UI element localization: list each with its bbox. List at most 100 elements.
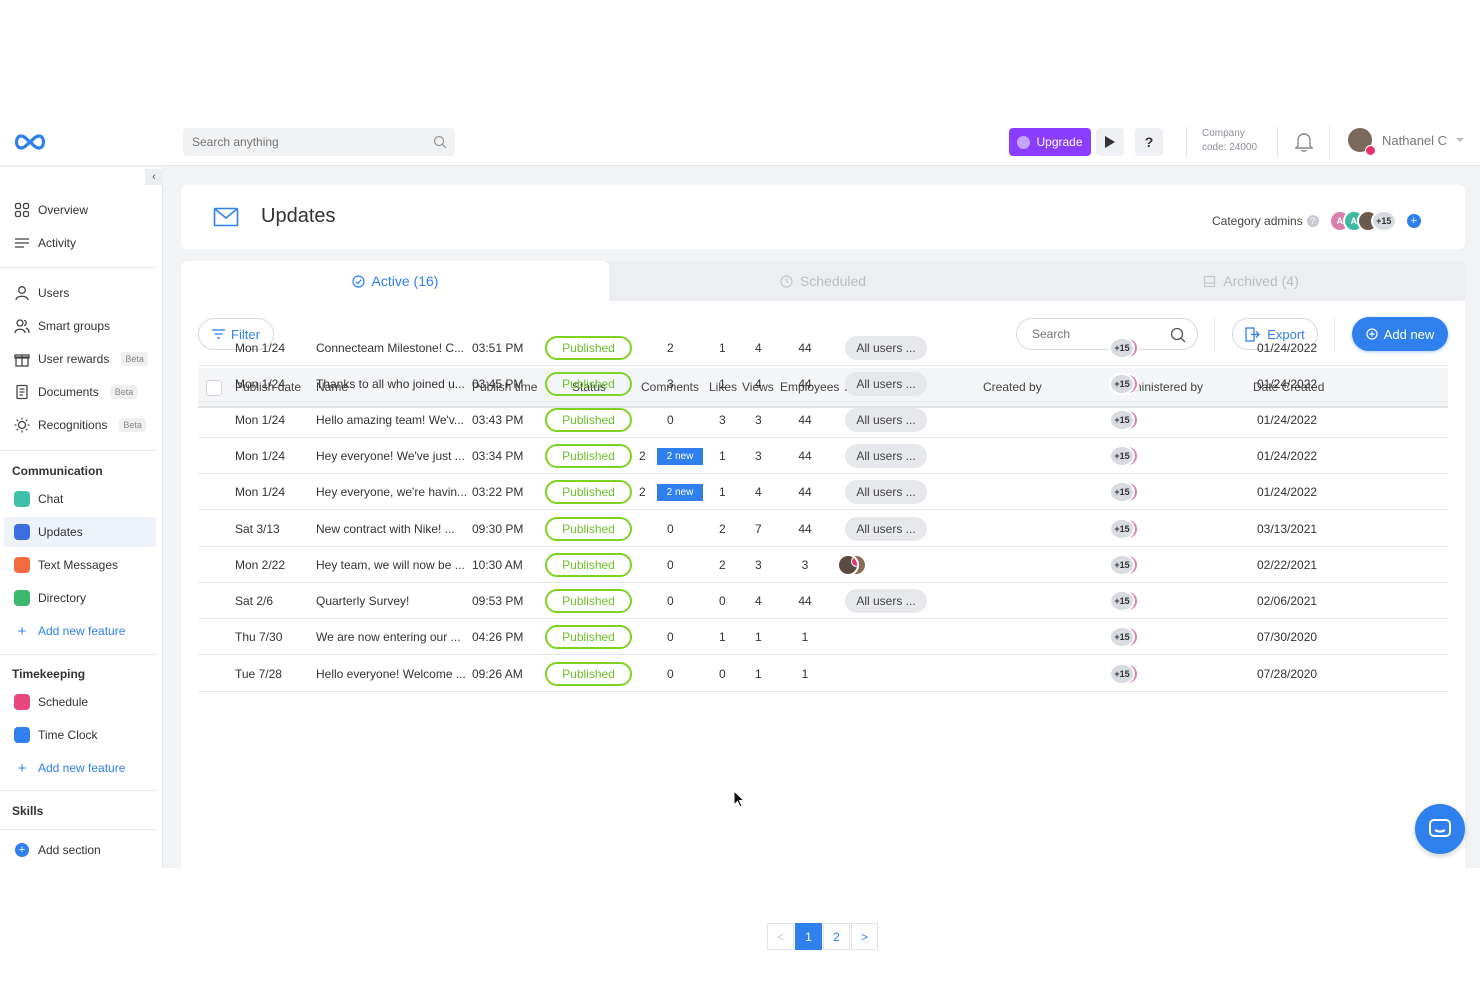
cell-employees: 1	[801, 666, 809, 681]
pagination-page[interactable]: 2	[823, 923, 850, 950]
assigned-to-pill[interactable]: All users ...	[845, 589, 927, 613]
cell-views: 4	[755, 593, 762, 608]
cell-name[interactable]: New contract with Nike! ...	[316, 511, 466, 546]
cell-comments: 0	[667, 412, 674, 427]
pagination-next[interactable]: >	[851, 923, 878, 950]
sidebar-item-label: Directory	[38, 591, 87, 605]
cell-name[interactable]: Quarterly Survey!	[316, 583, 466, 618]
cell-name[interactable]: Hello amazing team! We'v...	[316, 402, 466, 437]
tab-label: Archived (4)	[1223, 273, 1299, 289]
divider	[1277, 126, 1278, 158]
cell-name[interactable]: Thanks to all who joined u...	[316, 366, 466, 401]
sidebar-item-recognitions[interactable]: Recognitions Beta	[4, 410, 156, 440]
cell-employees: 44	[798, 484, 812, 499]
assigned-to-pill[interactable]: All users ...	[845, 336, 927, 360]
schedule-icon	[14, 694, 30, 710]
table-row[interactable]: Mon 1/24 Thanks to all who joined u... 03:…	[198, 366, 1448, 402]
divider	[0, 267, 157, 268]
global-search[interactable]	[183, 128, 455, 156]
cell-comments: 0	[667, 557, 674, 572]
sidebar-item-time-clock[interactable]: Time Clock	[4, 720, 156, 750]
tab-label: Scheduled	[799, 273, 867, 289]
add-feature-label: Add new feature	[38, 624, 126, 638]
assigned-to-pill[interactable]: All users ...	[845, 480, 927, 504]
cell-name[interactable]: Hey team, we will now be ...	[316, 547, 466, 582]
category-admins-label: Category admins	[1212, 214, 1303, 228]
sidebar-item-directory[interactable]: Directory	[4, 583, 156, 613]
cell-name[interactable]: Hey everyone, we're havin...	[316, 474, 466, 509]
cell-publish-time: 10:30 AM	[472, 557, 523, 572]
status-badge: Published	[545, 589, 632, 613]
plus-icon: +	[17, 622, 27, 640]
more-count: +15	[1109, 554, 1135, 576]
user-menu[interactable]: Nathanel C	[1346, 126, 1465, 156]
upgrade-button[interactable]: Upgrade	[1009, 128, 1091, 156]
sidebar-item-activity[interactable]: Activity	[4, 228, 156, 258]
assigned-to-pill[interactable]: All users ...	[845, 408, 927, 432]
sidebar-item-documents[interactable]: Documents Beta	[4, 377, 156, 407]
add-admin-icon[interactable]: +	[1406, 214, 1421, 228]
bell-icon[interactable]	[1294, 131, 1314, 153]
new-comments-badge: 2 new	[657, 448, 703, 465]
cell-likes: 1	[719, 629, 726, 644]
table-row[interactable]: Mon 1/24 Hey everyone! We've just ... 03:3…	[198, 438, 1448, 474]
cell-views: 1	[755, 666, 762, 681]
tab-scheduled[interactable]: Scheduled	[609, 261, 1037, 301]
add-section-button[interactable]: + Add section	[4, 835, 156, 865]
sidebar-item-schedule[interactable]: Schedule	[4, 687, 156, 717]
cell-employees: 1	[801, 629, 809, 644]
global-search-input[interactable]	[183, 128, 423, 156]
chat-icon	[14, 491, 30, 507]
assigned-to-pill[interactable]: All users ...	[845, 444, 927, 468]
sidebar-item-label: Recognitions	[38, 418, 108, 432]
cell-likes: 2	[719, 521, 726, 536]
rocket-icon	[1017, 135, 1031, 149]
collapse-sidebar-button[interactable]: ‹	[145, 169, 163, 185]
cell-comments: 0	[667, 629, 674, 644]
admin-avatars[interactable]: A A +15	[1328, 210, 1397, 232]
table-row[interactable]: Mon 1/24 Connecteam Milestone! C... 03:51 …	[198, 330, 1448, 366]
add-new-feature-communication[interactable]: + Add new feature	[4, 616, 156, 646]
cell-publish-time: 03:22 PM	[472, 484, 524, 499]
table-row[interactable]: Thu 7/30 We are now entering our ... 04:26…	[198, 619, 1448, 655]
table-row[interactable]: Mon 1/24 Hello amazing team! We'v... 03:43…	[198, 402, 1448, 438]
cell-name[interactable]: Hello everyone! Welcome ...	[316, 656, 466, 691]
cell-name[interactable]: Connecteam Milestone! C...	[316, 330, 466, 365]
sidebar-item-overview[interactable]: Overview	[4, 195, 156, 225]
add-new-feature-timekeeping[interactable]: + Add new feature	[4, 753, 156, 783]
add-section-label: Add section	[38, 843, 101, 857]
sidebar-item-users[interactable]: Users	[4, 278, 156, 308]
cell-name[interactable]: We are now entering our ...	[316, 619, 466, 654]
help-button[interactable]: ?	[1135, 128, 1163, 156]
sidebar-item-updates[interactable]: Updates	[4, 517, 156, 547]
assigned-to-pill[interactable]: All users ...	[845, 517, 927, 541]
sidebar-item-smart-groups[interactable]: Smart groups	[4, 311, 156, 341]
table-row[interactable]: Mon 1/24 Hey everyone, we're havin... 03:2…	[198, 474, 1448, 510]
cell-employees: 3	[801, 557, 809, 572]
support-chat-button[interactable]	[1415, 804, 1465, 854]
plus-icon: +	[17, 759, 27, 777]
app-frame: Upgrade ? Company code: 24000 Nathanel C…	[0, 118, 1480, 950]
cell-name[interactable]: Hey everyone! We've just ...	[316, 438, 466, 473]
assigned-to-pill[interactable]: All users ...	[845, 372, 927, 396]
sidebar-item-text-messages[interactable]: Text Messages	[4, 550, 156, 580]
tab-archived[interactable]: Archived (4)	[1037, 261, 1465, 301]
assigned-avatars[interactable]	[837, 554, 867, 576]
help-circle-icon[interactable]: ?	[1306, 215, 1319, 227]
tab-label: Active (16)	[371, 273, 439, 289]
pagination-prev[interactable]: <	[767, 923, 794, 950]
sidebar-item-user-rewards[interactable]: User rewards Beta	[4, 344, 156, 374]
connecteam-logo[interactable]	[12, 132, 48, 152]
sidebar-item-chat[interactable]: Chat	[4, 484, 156, 514]
tab-active[interactable]: Active (16)	[181, 261, 609, 301]
table-row[interactable]: Sat 3/13 New contract with Nike! ... 09:30…	[198, 511, 1448, 547]
table-row[interactable]: Mon 2/22 Hey team, we will now be ... 10:3…	[198, 547, 1448, 583]
table-row[interactable]: Sat 2/6 Quarterly Survey! 09:53 PM Publishe…	[198, 583, 1448, 619]
users-icon	[14, 319, 30, 334]
table-row[interactable]: Tue 7/28 Hello everyone! Welcome ... 09:26…	[198, 656, 1448, 692]
play-video-button[interactable]	[1096, 128, 1124, 156]
pagination-page[interactable]: 1	[795, 923, 822, 950]
sidebar: ‹ Overview Activity Users Smart groups U…	[0, 167, 163, 868]
cell-publish-date: Sat 3/13	[235, 521, 280, 536]
company-label: Company	[1202, 128, 1245, 139]
